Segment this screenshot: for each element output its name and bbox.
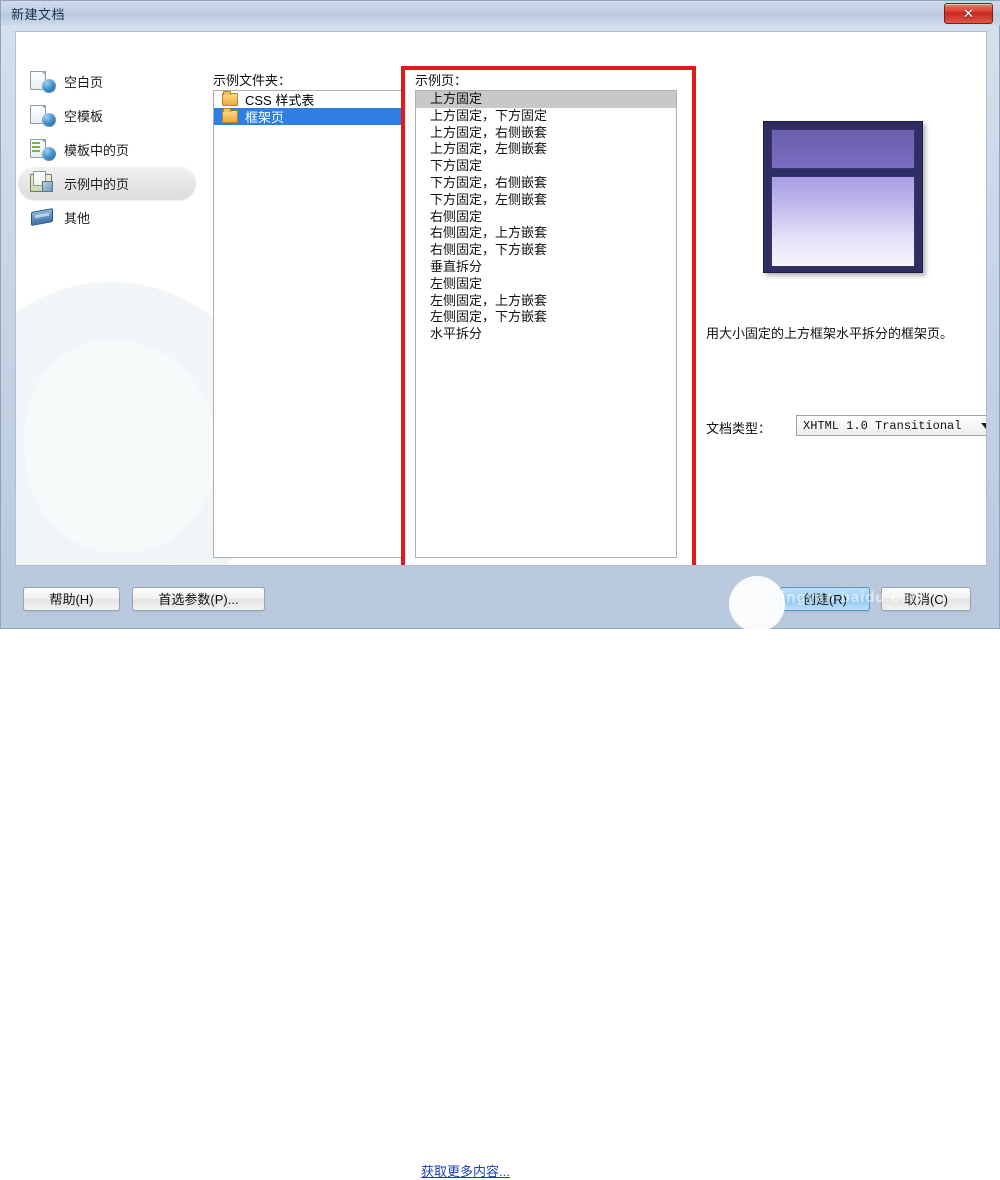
- thumbnail-main-frame: [771, 176, 915, 267]
- doctype-row: 文档类型： XHTML 1.0 Transitional: [706, 415, 986, 437]
- window-title: 新建文档: [11, 7, 66, 22]
- preferences-button[interactable]: 首选参数(P)...: [132, 587, 265, 611]
- list-item[interactable]: 框架页: [214, 108, 402, 125]
- close-icon: ✕: [963, 6, 974, 21]
- sidebar-item-blank-template[interactable]: 空模板: [18, 98, 196, 132]
- sidebar-item-label: 空模板: [64, 108, 104, 124]
- folder-icon: [222, 108, 238, 123]
- sidebar-item-page-from-template[interactable]: 模板中的页: [18, 132, 196, 166]
- create-button[interactable]: 创建(R): [780, 587, 870, 611]
- list-item[interactable]: CSS 样式表: [214, 91, 402, 108]
- chevron-down-icon: [981, 423, 986, 429]
- sidebar-item-label: 空白页: [64, 74, 104, 90]
- layout-thumbnail: [763, 121, 923, 273]
- title-bar: 新建文档 ✕: [1, 1, 1000, 25]
- sidebar-item-blank-page[interactable]: 空白页: [18, 64, 196, 98]
- cancel-button[interactable]: 取消(C): [881, 587, 971, 611]
- doctype-select[interactable]: XHTML 1.0 Transitional: [796, 415, 986, 436]
- category-sidebar: 空白页 空模板 模板中的页 示例中的页 其他: [16, 32, 198, 565]
- sidebar-item-label: 其他: [64, 210, 91, 226]
- sidebar-item-other[interactable]: 其他: [18, 200, 196, 234]
- blank-page-icon: [30, 69, 56, 93]
- folder-list[interactable]: CSS 样式表 框架页: [213, 90, 403, 558]
- preview-panel: 用大小固定的上方框架水平拆分的框架页。 文档类型： XHTML 1.0 Tran…: [706, 72, 986, 562]
- thumbnail-top-frame: [771, 129, 915, 169]
- folder-label: 框架页: [245, 110, 285, 125]
- preview-description: 用大小固定的上方框架水平拆分的框架页。: [706, 326, 954, 341]
- help-button[interactable]: 帮助(H): [23, 587, 120, 611]
- folder-icon: [222, 91, 238, 106]
- other-icon: [30, 205, 56, 229]
- new-document-dialog: 新建文档 ✕ 空白页 空模板 模板中的页 示例中的页 其他 示例文件夹： CSS…: [0, 0, 1000, 1179]
- sidebar-item-label: 模板中的页: [64, 142, 130, 158]
- folder-list-label: 示例文件夹：: [213, 73, 292, 88]
- blank-template-icon: [30, 103, 56, 127]
- sidebar-item-page-from-sample[interactable]: 示例中的页: [18, 166, 196, 200]
- doctype-label: 文档类型：: [706, 421, 772, 436]
- get-more-content-link[interactable]: 获取更多内容...: [421, 1161, 510, 1180]
- footer-bar: 帮助(H) 首选参数(P)... 获取更多内容... 创建(R) 取消(C): [1, 572, 1000, 1179]
- doctype-value: XHTML 1.0 Transitional: [803, 419, 962, 433]
- close-button[interactable]: ✕: [944, 3, 993, 24]
- page-from-sample-icon: [30, 171, 56, 195]
- red-highlight-box: [401, 66, 696, 565]
- dialog-body: 空白页 空模板 模板中的页 示例中的页 其他 示例文件夹： CSS 样式表 框架…: [15, 31, 987, 566]
- page-from-template-icon: [30, 137, 56, 161]
- sidebar-item-label: 示例中的页: [64, 176, 130, 192]
